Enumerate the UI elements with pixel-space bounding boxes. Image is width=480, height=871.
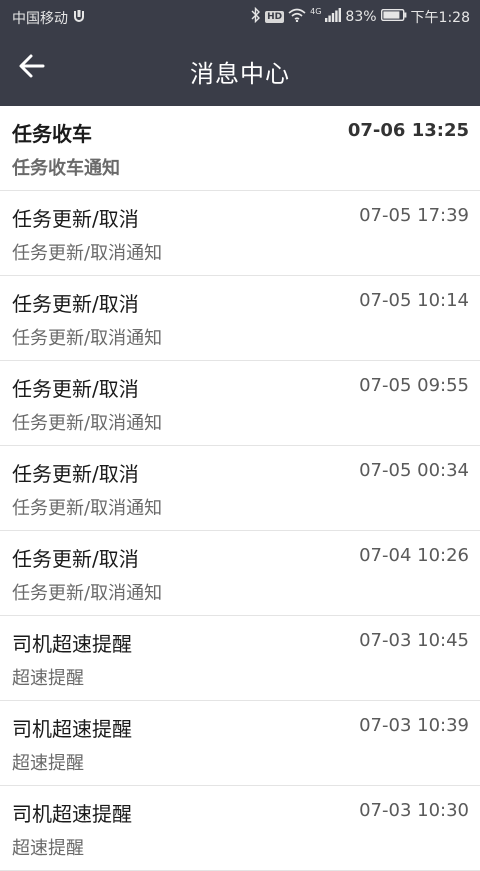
message-subtitle: 任务收车通知 bbox=[12, 158, 120, 179]
battery-icon bbox=[380, 8, 407, 26]
battery-percent: 83% bbox=[345, 9, 377, 25]
message-subtitle: 超速提醒 bbox=[12, 668, 84, 689]
message-time: 07-03 10:45 bbox=[359, 630, 469, 651]
message-title: 任务更新/取消 bbox=[12, 292, 139, 316]
usb-icon bbox=[72, 9, 86, 27]
signal-icon bbox=[325, 8, 342, 26]
message-time: 07-05 10:14 bbox=[359, 290, 469, 311]
bluetooth-icon bbox=[251, 6, 261, 27]
list-item[interactable]: 任务更新/取消任务更新/取消通知 07-05 10:14 bbox=[0, 276, 480, 361]
message-title: 司机超速提醒 bbox=[12, 717, 132, 741]
message-subtitle: 超速提醒 bbox=[12, 753, 84, 774]
message-subtitle: 任务更新/取消通知 bbox=[12, 583, 163, 604]
message-time: 07-05 09:55 bbox=[359, 375, 469, 396]
message-time: 07-03 10:39 bbox=[359, 715, 469, 736]
list-item[interactable]: 任务更新/取消任务更新/取消通知 07-05 00:34 bbox=[0, 446, 480, 531]
clock: 下午1:28 bbox=[410, 10, 470, 26]
message-title: 任务更新/取消 bbox=[12, 547, 139, 571]
message-subtitle: 任务更新/取消通知 bbox=[12, 498, 163, 519]
message-title: 司机超速提醒 bbox=[12, 802, 132, 826]
message-subtitle: 任务更新/取消通知 bbox=[12, 243, 163, 264]
message-title: 任务更新/取消 bbox=[12, 377, 139, 401]
network-type: 4G bbox=[310, 7, 322, 16]
page-title: 消息中心 bbox=[190, 60, 290, 88]
list-item[interactable]: 任务更新/取消任务更新/取消通知 07-05 17:39 bbox=[0, 191, 480, 276]
list-item[interactable]: 司机超速提醒 超速提醒 07-03 10:30 bbox=[0, 786, 480, 871]
list-item[interactable]: 司机超速提醒 超速提醒 07-03 10:45 bbox=[0, 616, 480, 701]
wifi-icon bbox=[288, 8, 306, 26]
message-time: 07-05 17:39 bbox=[359, 205, 469, 226]
list-item[interactable]: 司机超速提醒 超速提醒 07-03 10:39 bbox=[0, 701, 480, 786]
hd-icon: HD bbox=[265, 11, 285, 23]
status-left: 中国移动 bbox=[12, 8, 86, 28]
message-subtitle: 任务更新/取消通知 bbox=[12, 413, 163, 434]
message-subtitle: 任务更新/取消通知 bbox=[12, 328, 163, 349]
message-subtitle: 超速提醒 bbox=[12, 838, 84, 859]
message-title: 任务更新/取消 bbox=[12, 207, 139, 231]
list-item[interactable]: 任务更新/取消任务更新/取消通知 07-05 09:55 bbox=[0, 361, 480, 446]
list-item[interactable]: 任务更新/取消任务更新/取消通知 07-04 10:26 bbox=[0, 531, 480, 616]
list-item[interactable]: 任务收车任务收车通知 07-06 13:25 bbox=[0, 106, 480, 191]
message-list: 任务收车 任务收车通知 07-06 13:25 任务更新/取消 任务更新/取消通知 07-… bbox=[0, 106, 480, 871]
message-title: 任务收车 bbox=[12, 122, 92, 146]
message-time: 07-03 10:30 bbox=[359, 800, 469, 821]
message-time: 07-06 13:25 bbox=[347, 120, 469, 141]
message-title: 司机超速提醒 bbox=[12, 632, 132, 656]
message-title: 任务更新/取消 bbox=[12, 462, 139, 486]
message-time: 07-04 10:26 bbox=[359, 545, 469, 566]
message-time: 07-05 00:34 bbox=[359, 460, 469, 481]
status-right: HD 4G 83% 下午1:28 bbox=[251, 6, 470, 27]
app-header: 消息中心 bbox=[0, 34, 480, 106]
carrier-name: 中国移动 bbox=[12, 11, 68, 27]
status-bar: 中国移动 HD 4G 83% 下午1:28 bbox=[0, 0, 480, 34]
